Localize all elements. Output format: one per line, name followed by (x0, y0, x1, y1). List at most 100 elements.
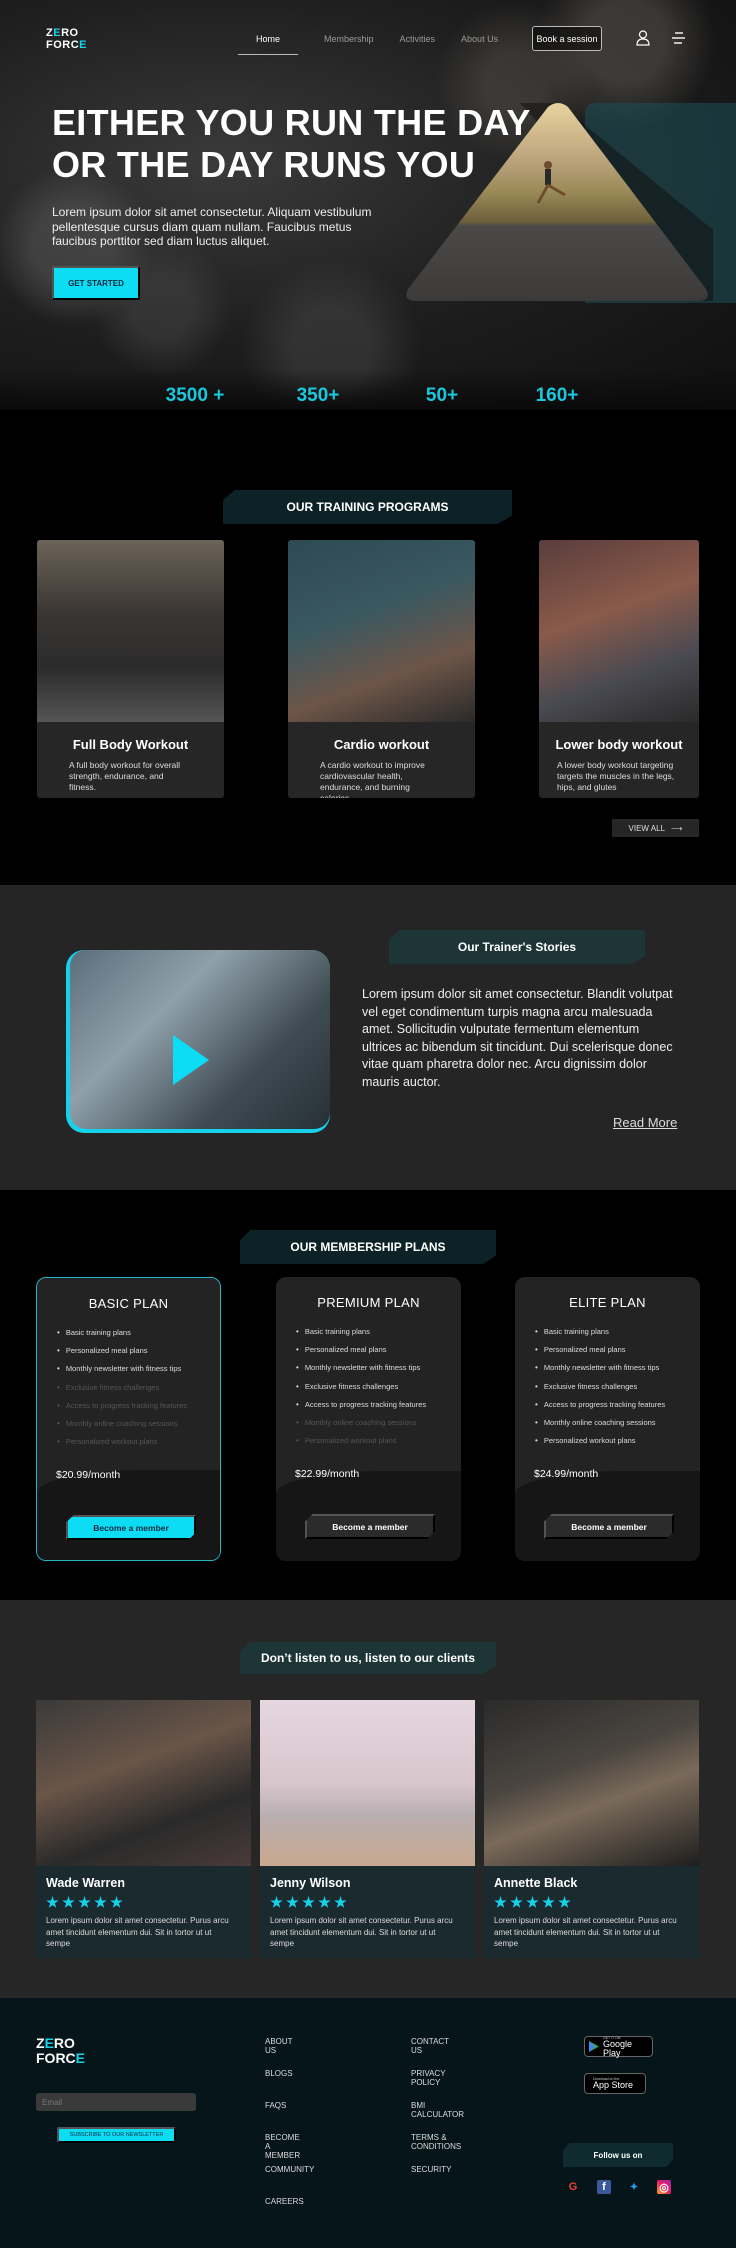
plan-feature: Monthly online coaching sessions (57, 1414, 220, 1432)
plan-feature: Exclusive fitness challenges (57, 1378, 220, 1396)
plan-name: BASIC PLAN (88, 1296, 169, 1311)
footer-link[interactable]: COMMUNITY (265, 2165, 314, 2174)
plan-feature: Access to progress tracking features (535, 1395, 700, 1413)
star-icon (542, 1896, 555, 1908)
trainer-stories-section: Our Trainer's Stories Lorem ipsum dolor … (0, 885, 736, 1190)
program-title: Full Body Workout (72, 737, 189, 752)
plan-feature: Monthly newsletter with fitness tips (296, 1359, 461, 1377)
client-review: Lorem ipsum dolor sit amet consectetur. … (270, 1916, 453, 1948)
footer-link[interactable]: TERMS & CONDITIONS (411, 2133, 461, 2151)
plan-feature: Personalized workout plans (296, 1432, 461, 1450)
become-member-button[interactable]: Become a member (66, 1515, 196, 1540)
program-description: A cardio workout to improve cardiovascul… (320, 760, 425, 798)
plan-price: $20.99/month (56, 1469, 121, 1481)
footer-logo[interactable]: ZERO FORCE (36, 2036, 85, 2066)
program-card[interactable]: Full Body Workout A full body workout fo… (37, 540, 224, 798)
subscribe-button[interactable]: SUBSCRIBE TO OUR NEWSLETTER (57, 2127, 176, 2143)
footer-link[interactable]: CONTACT US (411, 2037, 449, 2055)
star-icon (110, 1896, 123, 1908)
plan-feature: Monthly newsletter with fitness tips (57, 1360, 220, 1378)
star-icon (62, 1896, 75, 1908)
footer-link[interactable]: BLOGS (265, 2069, 293, 2078)
plan-feature: Exclusive fitness challenges (296, 1377, 461, 1395)
plan-feature: Basic training plans (57, 1323, 220, 1341)
testimonial-card: Annette Black Lorem ipsum dolor sit amet… (484, 1700, 699, 1958)
section-heading: Our Trainer's Stories (389, 930, 645, 964)
footer-link[interactable]: ABOUT US (265, 2037, 292, 2055)
plan-feature: Personalized meal plans (57, 1341, 220, 1359)
nav-link-activities[interactable]: Activities (400, 30, 436, 55)
program-card[interactable]: Lower body workout A lower body workout … (539, 540, 699, 798)
plan-card: BASIC PLAN Basic training plansPersonali… (36, 1277, 221, 1561)
brand-logo[interactable]: ZERO FORCE (46, 27, 87, 51)
become-member-button[interactable]: Become a member (544, 1514, 674, 1539)
footer-link[interactable]: CAREERS (265, 2197, 304, 2206)
plan-feature: Personalized meal plans (535, 1340, 700, 1358)
program-image (288, 540, 475, 722)
nav-link-about-us[interactable]: About Us (461, 30, 498, 55)
program-image (539, 540, 699, 722)
menu-icon[interactable] (671, 32, 685, 44)
plan-feature: Basic training plans (296, 1322, 461, 1340)
star-icon (286, 1896, 299, 1908)
get-started-button[interactable]: GET STARTED (52, 266, 140, 300)
plan-price: $24.99/month (534, 1468, 599, 1480)
program-title: Lower body workout (555, 737, 683, 752)
nav-link-membership[interactable]: Membership (324, 30, 374, 55)
footer-link[interactable]: BECOME A MEMBER (265, 2133, 300, 2160)
google-play-badge[interactable]: GET IT ON Google Play (584, 2036, 653, 2057)
book-session-button[interactable]: Book a session (532, 26, 602, 51)
facebook-icon[interactable]: f (597, 2180, 611, 2194)
plan-features: Basic training plansPersonalized meal pl… (37, 1323, 220, 1451)
footer-link[interactable]: SECURITY (411, 2165, 451, 2174)
plan-card: PREMIUM PLAN Basic training plansPersona… (276, 1277, 461, 1561)
twitter-icon[interactable]: ✦ (627, 2180, 641, 2194)
plan-feature: Personalized workout plans (57, 1433, 220, 1451)
hero-description: Lorem ipsum dolor sit amet consectetur. … (52, 205, 372, 248)
testimonial-card: Jenny Wilson Lorem ipsum dolor sit amet … (260, 1700, 475, 1958)
google-play-icon (589, 2041, 599, 2052)
star-icon (526, 1896, 539, 1908)
play-icon[interactable] (173, 1035, 209, 1085)
client-photo (484, 1700, 699, 1866)
view-all-button[interactable]: VIEW ALL ⟶ (612, 819, 699, 837)
client-name: Annette Black (494, 1876, 578, 1890)
client-review: Lorem ipsum dolor sit amet consectetur. … (494, 1916, 677, 1948)
read-more-link[interactable]: Read More (613, 1115, 677, 1130)
plan-price: $22.99/month (295, 1468, 360, 1480)
footer-link[interactable]: FAQS (265, 2101, 286, 2110)
user-icon[interactable] (636, 30, 650, 46)
footer-link[interactable]: PRIVACY POLICY (411, 2069, 445, 2087)
program-description: A full body workout for overall strength… (69, 760, 181, 792)
plan-feature: Personalized workout plans (535, 1432, 700, 1450)
program-card[interactable]: Cardio workout A cardio workout to impro… (288, 540, 475, 798)
rating-stars (270, 1896, 475, 1909)
newsletter-email-input[interactable] (36, 2093, 196, 2111)
plan-name: PREMIUM PLAN (317, 1295, 420, 1310)
star-icon (78, 1896, 91, 1908)
plan-feature: Monthly newsletter with fitness tips (535, 1359, 700, 1377)
section-heading: Don’t listen to us, listen to our client… (240, 1642, 496, 1674)
arrow-right-icon: ⟶ (671, 823, 683, 833)
become-member-button[interactable]: Become a member (305, 1514, 435, 1539)
story-text: Lorem ipsum dolor sit amet consectetur. … (362, 987, 673, 1089)
program-description: A lower body workout targeting targets t… (557, 760, 675, 792)
nav-links: Home Membership Activities About Us (238, 30, 524, 55)
program-title: Cardio workout (333, 737, 430, 752)
story-video[interactable] (66, 950, 330, 1133)
program-image (37, 540, 224, 722)
star-icon (494, 1896, 507, 1908)
client-photo (260, 1700, 475, 1866)
google-icon[interactable]: G (566, 2180, 580, 2194)
section-heading: OUR MEMBERSHIP PLANS (240, 1230, 496, 1264)
app-store-badge[interactable]: Download on the App Store (584, 2073, 646, 2094)
plan-feature: Access to progress tracking features (57, 1396, 220, 1414)
star-icon (302, 1896, 315, 1908)
nav-link-home[interactable]: Home (238, 30, 298, 55)
footer-link[interactable]: BMI CALCULATOR (411, 2101, 464, 2119)
hero-title: EITHER YOU RUN THE DAY OR THE DAY RUNS YO… (52, 102, 531, 185)
instagram-icon[interactable]: ◎ (657, 2180, 671, 2194)
follow-us-label: Follow us on (563, 2143, 673, 2167)
star-icon (46, 1896, 59, 1908)
plan-features: Basic training plansPersonalized meal pl… (276, 1322, 461, 1450)
